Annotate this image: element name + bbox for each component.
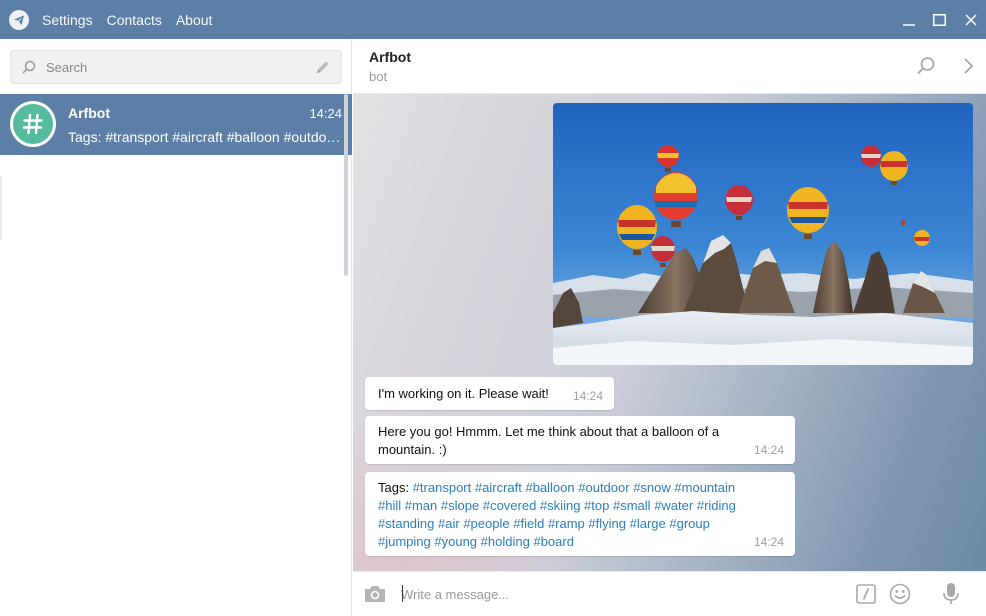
hashtag-link[interactable]: #small	[613, 498, 651, 513]
hashtag-link[interactable]: #board	[533, 534, 573, 549]
hashtag-link[interactable]: #balloon	[525, 480, 574, 495]
peer-status: bot	[369, 69, 388, 84]
hashtag-link[interactable]: #skiing	[540, 498, 580, 513]
hashtag-link[interactable]: #man	[405, 498, 438, 513]
chat-list-item[interactable]: Arfbot 14:24 Tags: #transport #aircraft …	[0, 94, 352, 155]
hashtag-link[interactable]: #top	[584, 498, 609, 513]
message-time: 14:24	[572, 389, 603, 403]
message-bubble[interactable]: Here you go! Hmmm. Let me think about th…	[365, 416, 795, 464]
pencil-icon[interactable]	[315, 59, 331, 75]
hashtag-link[interactable]: #jumping	[378, 534, 431, 549]
search-box	[10, 50, 342, 84]
peer-name[interactable]: Arfbot	[369, 49, 411, 65]
hashtag-link[interactable]: #young	[434, 534, 477, 549]
tags-prefix: Tags:	[378, 480, 410, 495]
bot-commands-icon[interactable]	[856, 584, 876, 604]
hashtag-link[interactable]: #riding	[697, 498, 736, 513]
minimize-button[interactable]	[893, 0, 924, 39]
hashtag-link[interactable]: #flying	[588, 516, 626, 531]
hashtag-link[interactable]: #transport	[413, 480, 472, 495]
divider	[0, 176, 2, 240]
message-bubble[interactable]: Tags: #transport #aircraft #balloon #out…	[365, 472, 795, 556]
chat-name: Arfbot	[68, 105, 110, 121]
hashtag-link[interactable]: #large	[630, 516, 666, 531]
hashtag-link[interactable]: #covered	[483, 498, 536, 513]
title-bar: Settings Contacts About	[0, 0, 986, 39]
maximize-button[interactable]	[924, 0, 955, 39]
hashtag-link[interactable]: #outdoor	[578, 480, 629, 495]
window-controls	[893, 0, 986, 39]
hashtag-link[interactable]: #hill	[378, 498, 401, 513]
chat-preview: Tags: #transport #aircraft #balloon #out…	[68, 129, 344, 145]
emoji-icon[interactable]	[889, 583, 911, 605]
hashtag-link[interactable]: #water	[654, 498, 693, 513]
hashtag-link[interactable]: #people	[463, 516, 509, 531]
hashtag-link[interactable]: #field	[513, 516, 544, 531]
menu-about[interactable]: About	[176, 12, 213, 28]
chat-time: 14:24	[309, 106, 342, 121]
message-bubble[interactable]: I'm working on it. Please wait! 14:24	[365, 377, 614, 410]
close-button[interactable]	[955, 0, 986, 39]
menu-settings[interactable]: Settings	[42, 12, 93, 28]
chat-list-panel: Arfbot 14:24 Tags: #transport #aircraft …	[0, 39, 352, 616]
message-history[interactable]: I'm working on it. Please wait! 14:24 He…	[353, 94, 986, 571]
balloon-photo	[553, 103, 973, 365]
avatar	[10, 101, 56, 147]
hashtag-link[interactable]: #air	[438, 516, 460, 531]
message-text-line: mountain. :)	[378, 442, 447, 457]
hashtag-link[interactable]: #group	[669, 516, 709, 531]
text-caret	[402, 585, 403, 602]
hashtag-link[interactable]: #aircraft	[475, 480, 522, 495]
message-time: 14:24	[753, 535, 784, 549]
message-time: 14:24	[753, 443, 784, 457]
close-icon	[964, 13, 977, 26]
search-icon	[22, 60, 36, 74]
search-input[interactable]	[46, 51, 306, 83]
chevron-right-icon[interactable]	[962, 57, 974, 75]
scrollbar[interactable]	[344, 94, 348, 276]
hashtag-link[interactable]: #standing	[378, 516, 434, 531]
microphone-icon[interactable]	[942, 582, 960, 606]
hashtag-link[interactable]: #holding	[481, 534, 530, 549]
telegram-logo-icon	[9, 9, 29, 30]
hashtag-link[interactable]: #mountain	[674, 480, 735, 495]
message-text: Tags: #transport #aircraft #balloon #out…	[365, 472, 795, 551]
chat-header: Arfbot bot	[353, 39, 986, 94]
photo-message[interactable]	[553, 103, 973, 365]
hashtag-link[interactable]: #snow	[633, 480, 671, 495]
hashtag-link[interactable]: #slope	[441, 498, 479, 513]
message-text-line: Here you go! Hmmm. Let me think about th…	[378, 424, 720, 439]
maximize-icon	[933, 13, 946, 26]
camera-icon[interactable]	[363, 584, 387, 604]
menu-contacts[interactable]: Contacts	[107, 12, 162, 28]
message-text: Here you go! Hmmm. Let me think about th…	[365, 416, 795, 459]
minimize-icon	[902, 23, 915, 26]
message-composer	[353, 571, 986, 616]
hashtag-icon	[22, 113, 43, 135]
search-icon[interactable]	[916, 56, 936, 76]
message-input[interactable]	[401, 580, 831, 608]
hashtag-link[interactable]: #ramp	[548, 516, 585, 531]
